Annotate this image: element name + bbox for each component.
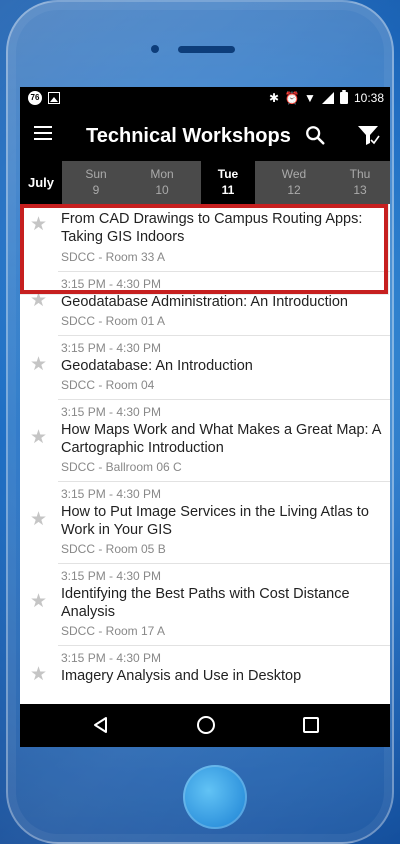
session-venue: SDCC - Room 01 A [61, 314, 166, 328]
date-bar: July Sun 9 Mon 10 Tue 11 Wed 12 Thu 13 [20, 161, 390, 204]
session-venue: SDCC - Room 05 B [61, 542, 166, 556]
day-mon[interactable]: Mon 10 [135, 161, 189, 204]
session-title: How Maps Work and What Makes a Great Map… [61, 422, 381, 456]
bluetooth-icon: ✱ [268, 91, 279, 105]
session-time: 3:15 PM - 4:30 PM [61, 405, 162, 419]
status-right: ✱ ⏰ ▼ 10:38 [268, 90, 384, 105]
session-title: Geodatabase: An Introduction [61, 358, 253, 374]
session-venue: SDCC - Room 17 A [61, 624, 166, 638]
session-time: 3:15 PM - 4:30 PM [61, 277, 162, 291]
star-icon[interactable]: ★ [30, 426, 47, 449]
day-name: Tue [217, 167, 239, 181]
session-venue: SDCC - Ballroom 06 C [61, 460, 182, 474]
menu-icon[interactable] [34, 126, 52, 140]
status-time: 10:38 [353, 91, 384, 105]
day-number: 10 [155, 183, 169, 197]
session-item[interactable]: ★ From CAD Drawings to Campus Routing Ap… [20, 204, 390, 272]
session-venue: SDCC - Room 04 [61, 378, 155, 392]
home-icon[interactable] [197, 716, 215, 734]
day-number: 9 [92, 183, 100, 197]
speaker-grille [178, 46, 235, 53]
session-item[interactable]: 3:15 PM - 4:30 PM ★ How Maps Work and Wh… [20, 400, 390, 482]
star-icon[interactable]: ★ [30, 508, 47, 531]
session-time: 3:15 PM - 4:30 PM [61, 487, 162, 501]
status-badge: 76 [28, 91, 42, 105]
star-icon[interactable]: ★ [30, 590, 47, 613]
camera-dot [151, 45, 159, 53]
home-button[interactable] [183, 765, 247, 829]
session-title: From CAD Drawings to Campus Routing Apps… [61, 211, 363, 245]
star-icon[interactable]: ★ [30, 213, 47, 236]
session-item[interactable]: 3:15 PM - 4:30 PM ★ Geodatabase Administ… [20, 272, 390, 336]
day-tue[interactable]: Tue 11 [201, 161, 255, 204]
session-time: 3:15 PM - 4:30 PM [61, 341, 162, 355]
session-title: How to Put Image Services in the Living … [61, 504, 369, 538]
session-venue: SDCC - Room 33 A [61, 250, 166, 264]
session-list: ★ From CAD Drawings to Campus Routing Ap… [20, 204, 390, 704]
session-title: Imagery Analysis and Use in Desktop [61, 668, 302, 684]
session-time: 3:15 PM - 4:30 PM [61, 569, 162, 583]
status-left: 76 [28, 91, 60, 105]
back-icon[interactable] [92, 716, 110, 734]
day-sun[interactable]: Sun 9 [69, 161, 123, 204]
day-wed[interactable]: Wed 12 [267, 161, 321, 204]
filter-icon[interactable] [356, 123, 380, 147]
day-number: 11 [221, 183, 235, 197]
search-icon[interactable] [304, 124, 326, 146]
recent-apps-icon[interactable] [303, 717, 319, 733]
day-number: 12 [287, 183, 301, 197]
signal-icon [321, 92, 334, 104]
session-item[interactable]: 3:15 PM - 4:30 PM ★ Identifying the Best… [20, 564, 390, 646]
day-thu[interactable]: Thu 13 [333, 161, 387, 204]
session-item[interactable]: 3:15 PM - 4:30 PM ★ Imagery Analysis and… [20, 646, 390, 685]
star-icon[interactable]: ★ [30, 663, 47, 686]
day-number: 13 [353, 183, 367, 197]
session-time: 3:15 PM - 4:30 PM [61, 651, 162, 665]
day-name: Thu [349, 167, 371, 181]
day-name: Mon [150, 167, 174, 181]
month-label: July [20, 161, 62, 204]
star-icon[interactable]: ★ [30, 353, 47, 376]
session-item[interactable]: 3:15 PM - 4:30 PM ★ How to Put Image Ser… [20, 482, 390, 564]
status-bar: 76 ✱ ⏰ ▼ 10:38 [20, 87, 390, 111]
image-notification-icon [48, 92, 60, 104]
day-name: Wed [281, 167, 307, 181]
app-bar: Technical Workshops [20, 111, 390, 161]
session-title: Identifying the Best Paths with Cost Dis… [61, 586, 350, 620]
wifi-icon: ▼ [304, 91, 316, 105]
star-icon[interactable]: ★ [30, 289, 47, 312]
day-name: Sun [85, 167, 107, 181]
battery-icon [339, 90, 348, 104]
session-item[interactable]: 3:15 PM - 4:30 PM ★ Geodatabase: An Intr… [20, 336, 390, 400]
alarm-icon: ⏰ [284, 91, 300, 105]
nav-bar [20, 704, 390, 747]
app-title: Technical Workshops [86, 125, 291, 147]
app-screen: 76 ✱ ⏰ ▼ 10:38 Technical Workshops July … [20, 87, 390, 747]
session-title: Geodatabase Administration: An Introduct… [61, 294, 348, 310]
